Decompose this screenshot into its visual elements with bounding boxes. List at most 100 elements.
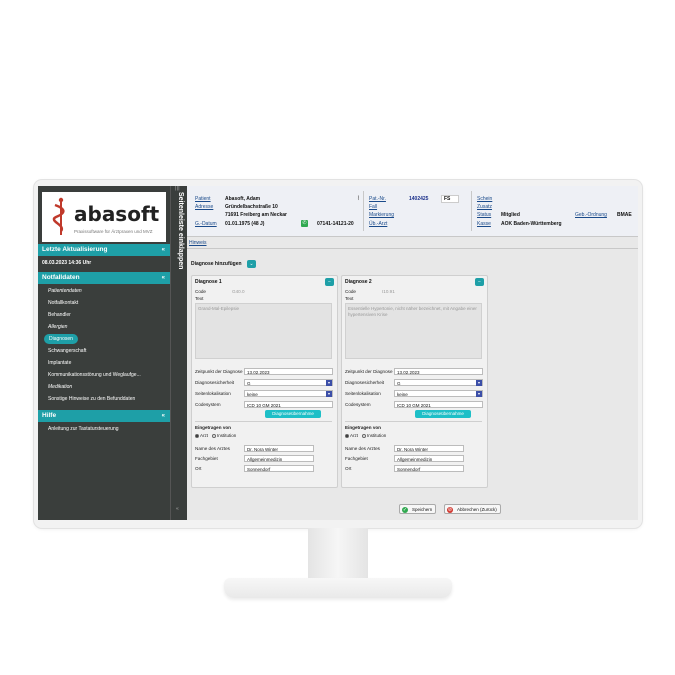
- certainty-select[interactable]: G ▾: [394, 379, 483, 386]
- case-link[interactable]: Fall: [369, 204, 377, 210]
- minus-icon: −: [478, 279, 481, 285]
- date-field[interactable]: 13.02.2023: [244, 368, 333, 375]
- sidebar-item-medikation[interactable]: Medikation: [48, 382, 72, 392]
- sidebar-item-kommunikation[interactable]: Kommunikationsstörung und Weglaufge...: [48, 370, 141, 380]
- dob-link[interactable]: G.-Datum: [195, 221, 217, 227]
- entered-by-label: Eingetragen von: [195, 425, 231, 430]
- chevron-down-icon: ▾: [476, 380, 482, 386]
- sidebar-collapse-label[interactable]: Seitenleiste einklappen: [177, 192, 184, 269]
- date-label: Zeitpunkt der Diagnose: [345, 369, 393, 374]
- ueb-arzt-link[interactable]: Üb.-Arzt: [369, 221, 387, 227]
- save-button[interactable]: ✓ Speichern: [399, 504, 437, 514]
- date-field[interactable]: 13.02.2023: [394, 368, 483, 375]
- specialty-label: Fachgebiet: [195, 456, 218, 461]
- patient-header: Patient Abasoft, Adam Adresse Gründelbac…: [187, 186, 638, 237]
- section-emergency-header[interactable]: Notfalldaten «: [38, 272, 170, 284]
- diagnosis-title: Diagnose 1: [195, 279, 222, 285]
- side-label: Seitenlokalisation: [345, 391, 381, 396]
- paperclip-icon[interactable]: ⌇: [357, 195, 360, 202]
- sidebar-item-keyboard-guide[interactable]: Anleitung zur Tastatursteuerung: [48, 424, 119, 434]
- cancel-button[interactable]: ⊘ Abbrechen (Zurück): [444, 504, 501, 514]
- section-updates-header[interactable]: Letzte Aktualisierung «: [38, 244, 170, 256]
- collapse-arrow-icon[interactable]: «: [176, 506, 179, 512]
- gebo-link[interactable]: Geb.-Ordnung: [575, 212, 607, 218]
- apply-diagnosis-button[interactable]: Diagnoseübernahme: [265, 410, 321, 418]
- monitor-stand-base: [224, 578, 452, 598]
- sidebar-item-implantate[interactable]: Implantate: [48, 358, 71, 368]
- radio-institution-label: Institution: [217, 433, 237, 438]
- radio-institution[interactable]: Institution: [362, 433, 386, 438]
- doctor-name-field[interactable]: Dr. Nora Winter: [394, 445, 464, 452]
- add-diagnosis-button[interactable]: ⌄: [247, 260, 256, 268]
- certainty-label: Diagnosesicherheit: [345, 380, 385, 385]
- schein-link[interactable]: Schein: [477, 196, 492, 202]
- sidebar-item-sonstige-hinweise[interactable]: Sonstige Hinweise zu den Befunddaten: [48, 394, 135, 404]
- cancel-icon: ⊘: [447, 506, 453, 513]
- header-divider: [363, 191, 364, 231]
- code-value: G40.0: [232, 289, 245, 294]
- specialty-field[interactable]: Allgemeinmedizin: [394, 455, 464, 462]
- zusatz-link[interactable]: Zusatz: [477, 204, 492, 210]
- divider: [187, 248, 638, 249]
- radio-doctor-label: Arzt: [350, 433, 359, 438]
- remove-diagnosis-button[interactable]: −: [325, 278, 334, 286]
- radio-doctor[interactable]: Arzt: [345, 433, 358, 438]
- side-select[interactable]: keine ▾: [394, 390, 483, 397]
- gebo-value: BMAE: [617, 212, 632, 218]
- codesystem-label: Codesystem: [195, 402, 221, 407]
- dob-value: 01.01.1975 (48 J): [225, 221, 265, 227]
- app-screen: abasoft Praxissoftware für Ärztpraxen un…: [38, 186, 638, 520]
- specialty-field[interactable]: Allgemeinmedizin: [244, 455, 314, 462]
- radio-doctor-label: Arzt: [200, 433, 209, 438]
- patient-name: Abasoft, Adam: [225, 196, 261, 202]
- patnr-link[interactable]: Pat.-Nr.: [369, 196, 386, 202]
- radio-institution[interactable]: Institution: [212, 433, 236, 438]
- place-field[interactable]: Sonnendorf: [394, 465, 464, 472]
- section-help-title: Hilfe: [42, 412, 57, 419]
- side-value: keine: [247, 392, 258, 397]
- certainty-value: G: [247, 381, 251, 386]
- side-select[interactable]: keine ▾: [244, 390, 333, 397]
- sidebar-item-diagnosen[interactable]: Diagnosen: [44, 334, 78, 344]
- sidebar-item-behandler[interactable]: Behandler: [48, 310, 71, 320]
- section-help-header[interactable]: Hilfe «: [38, 410, 170, 422]
- diagnosis-text: Essentielle Hypertonie, nicht näher beze…: [345, 303, 482, 359]
- kasse-link[interactable]: Kasse: [477, 221, 491, 227]
- radio-doctor[interactable]: Arzt: [195, 433, 208, 438]
- code-label: Code: [345, 289, 356, 294]
- apply-diagnosis-button[interactable]: Diagnoseübernahme: [415, 410, 471, 418]
- section-emergency-title: Notfalldaten: [42, 274, 80, 281]
- chevron-down-icon: ▾: [326, 391, 332, 397]
- sidebar-item-allergien[interactable]: Allergien: [48, 322, 67, 332]
- hint-link[interactable]: Hinweis: [189, 240, 207, 246]
- side-value: keine: [397, 392, 408, 397]
- codesystem-field[interactable]: ICD 10 GM 2021: [244, 401, 333, 408]
- sidebar-item-schwangerschaft[interactable]: Schwangerschaft: [48, 346, 86, 356]
- logo-tagline: Praxissoftware für Ärztpraxen und MVZ: [74, 229, 153, 234]
- minus-icon: −: [328, 279, 331, 285]
- chevron-collapse-icon: «: [161, 247, 165, 253]
- codesystem-field[interactable]: ICD 10 GM 2021: [394, 401, 483, 408]
- chevron-collapse-icon: «: [161, 413, 165, 419]
- doctor-name-field[interactable]: Dr. Nora Winter: [244, 445, 314, 452]
- remove-diagnosis-button[interactable]: −: [475, 278, 484, 286]
- place-label: Ort: [195, 466, 202, 471]
- text-label: Text: [345, 296, 354, 301]
- address-link[interactable]: Adresse: [195, 204, 213, 210]
- diagnosis-panel-2: Diagnose 2 − Code I10.91 Text Essentiell…: [341, 275, 488, 488]
- patient-link[interactable]: Patient: [195, 196, 211, 202]
- chevron-collapse-icon: «: [161, 275, 165, 281]
- certainty-select[interactable]: G ▾: [244, 379, 333, 386]
- marking-link[interactable]: Markierung: [369, 212, 394, 218]
- chevron-down-icon: ⌄: [249, 261, 254, 267]
- add-diagnosis-label: Diagnose hinzufügen: [191, 261, 242, 267]
- patnr-suffix[interactable]: FS: [441, 195, 460, 203]
- sidebar-item-notfallkontakt[interactable]: Notfallkontakt: [48, 298, 78, 308]
- sidebar-item-patientendaten[interactable]: Patientendaten: [48, 286, 82, 296]
- status-link[interactable]: Status: [477, 212, 491, 218]
- place-field[interactable]: Sonnendorf: [244, 465, 314, 472]
- side-label: Seitenlokalisation: [195, 391, 231, 396]
- chevron-down-icon: ▾: [326, 380, 332, 386]
- phone-icon[interactable]: ✆: [301, 220, 308, 227]
- divider: [195, 421, 332, 422]
